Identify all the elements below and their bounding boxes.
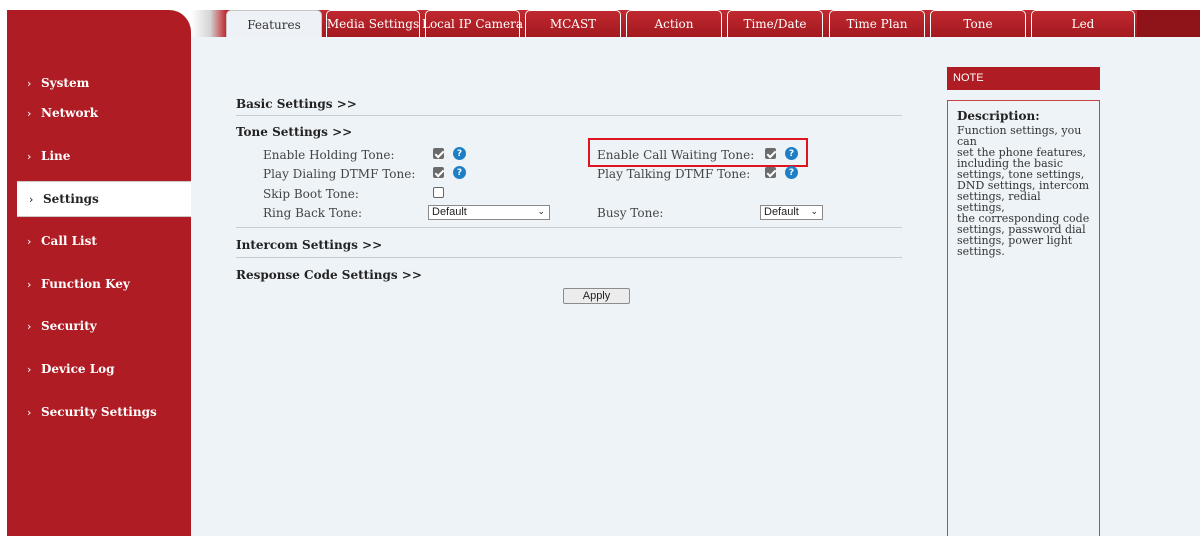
chevron-right-icon: › xyxy=(27,405,32,419)
note-line: Function settings, you can xyxy=(957,124,1082,148)
tab-features[interactable]: Features xyxy=(226,10,322,38)
sidebar-item-label: Network xyxy=(41,106,99,120)
chevron-right-icon: › xyxy=(27,76,32,90)
note-header: NOTE xyxy=(947,67,1100,90)
intercom-settings-header[interactable]: Intercom Settings >> xyxy=(236,238,382,252)
busy-tone-select[interactable]: Default ⌄ xyxy=(760,205,823,220)
chevron-right-icon: › xyxy=(27,319,32,333)
sidebar-item-network[interactable]: › Network xyxy=(7,95,191,131)
sidebar-item-label: Call List xyxy=(41,234,97,248)
tab-time-plan[interactable]: Time Plan xyxy=(829,10,925,37)
ring-back-tone-label: Ring Back Tone: xyxy=(263,206,363,220)
tab-bar: Features Media Settings Local IP Camera … xyxy=(191,10,1200,38)
sidebar-item-security-settings[interactable]: › Security Settings xyxy=(7,394,191,430)
busy-tone-value: Default xyxy=(764,206,799,218)
enable-holding-tone-label: Enable Holding Tone: xyxy=(263,148,395,162)
divider xyxy=(236,115,902,116)
help-icon[interactable]: ? xyxy=(453,166,466,179)
sidebar-item-call-list[interactable]: › Call List xyxy=(7,223,191,259)
note-line: settings. xyxy=(957,245,1005,258)
sidebar-item-function-key[interactable]: › Function Key xyxy=(7,266,191,302)
chevron-right-icon: › xyxy=(27,106,32,120)
sidebar-item-label: Security xyxy=(41,319,97,333)
tab-local-ip-camera[interactable]: Local IP Camera xyxy=(422,10,523,37)
ring-back-tone-value: Default xyxy=(432,206,467,218)
tab-time-date[interactable]: Time/Date xyxy=(727,10,823,37)
ring-back-tone-select[interactable]: Default ⌄ xyxy=(428,205,550,220)
skip-boot-tone-checkbox[interactable] xyxy=(433,187,444,198)
sidebar-item-label: Line xyxy=(41,149,71,163)
play-talking-dtmf-tone-label: Play Talking DTMF Tone: xyxy=(597,167,751,181)
play-talking-dtmf-tone-checkbox[interactable] xyxy=(765,167,776,178)
divider xyxy=(236,227,902,228)
help-icon[interactable]: ? xyxy=(785,166,798,179)
sidebar-item-line[interactable]: › Line xyxy=(7,138,191,174)
chevron-down-icon: ⌄ xyxy=(810,207,818,217)
tab-led[interactable]: Led xyxy=(1031,10,1135,37)
chevron-right-icon: › xyxy=(29,192,34,206)
sidebar-item-label: Function Key xyxy=(41,277,130,291)
tab-bar-fade xyxy=(191,10,226,37)
tone-settings-header[interactable]: Tone Settings >> xyxy=(236,125,352,139)
basic-settings-header[interactable]: Basic Settings >> xyxy=(236,97,357,111)
tab-action[interactable]: Action xyxy=(626,10,722,37)
sidebar-item-settings[interactable]: › Settings xyxy=(17,181,198,217)
help-icon[interactable]: ? xyxy=(453,147,466,160)
response-code-settings-header[interactable]: Response Code Settings >> xyxy=(236,268,422,282)
tab-bar-end xyxy=(1137,10,1200,37)
note-title: Description: xyxy=(957,109,1040,123)
chevron-right-icon: › xyxy=(27,234,32,248)
apply-button[interactable]: Apply xyxy=(563,288,630,304)
highlight-box xyxy=(588,138,808,167)
chevron-right-icon: › xyxy=(27,277,32,291)
tab-mcast[interactable]: MCAST xyxy=(525,10,621,37)
chevron-down-icon: ⌄ xyxy=(537,207,545,217)
enable-holding-tone-checkbox[interactable] xyxy=(433,148,444,159)
chevron-right-icon: › xyxy=(27,362,32,376)
sidebar-item-label: System xyxy=(41,76,90,90)
sidebar-item-label: Device Log xyxy=(41,362,115,376)
tab-tone[interactable]: Tone xyxy=(930,10,1026,37)
play-dialing-dtmf-tone-label: Play Dialing DTMF Tone: xyxy=(263,167,416,181)
tab-media-settings[interactable]: Media Settings xyxy=(326,10,420,37)
sidebar-item-security[interactable]: › Security xyxy=(7,308,191,344)
busy-tone-label: Busy Tone: xyxy=(597,206,664,220)
sidebar-item-device-log[interactable]: › Device Log xyxy=(7,351,191,387)
divider xyxy=(236,257,902,258)
sidebar-item-label: Settings xyxy=(43,192,99,206)
sidebar-item-label: Security Settings xyxy=(41,405,157,419)
note-line: settings, redial settings, xyxy=(957,190,1041,214)
play-dialing-dtmf-tone-checkbox[interactable] xyxy=(433,167,444,178)
note-panel: Description: Function settings, you can … xyxy=(947,100,1100,536)
sidebar-nav: › System › Network › Line › Settings › C… xyxy=(7,10,198,536)
skip-boot-tone-label: Skip Boot Tone: xyxy=(263,187,359,201)
chevron-right-icon: › xyxy=(27,149,32,163)
note-description: Function settings, you can set the phone… xyxy=(957,125,1091,257)
